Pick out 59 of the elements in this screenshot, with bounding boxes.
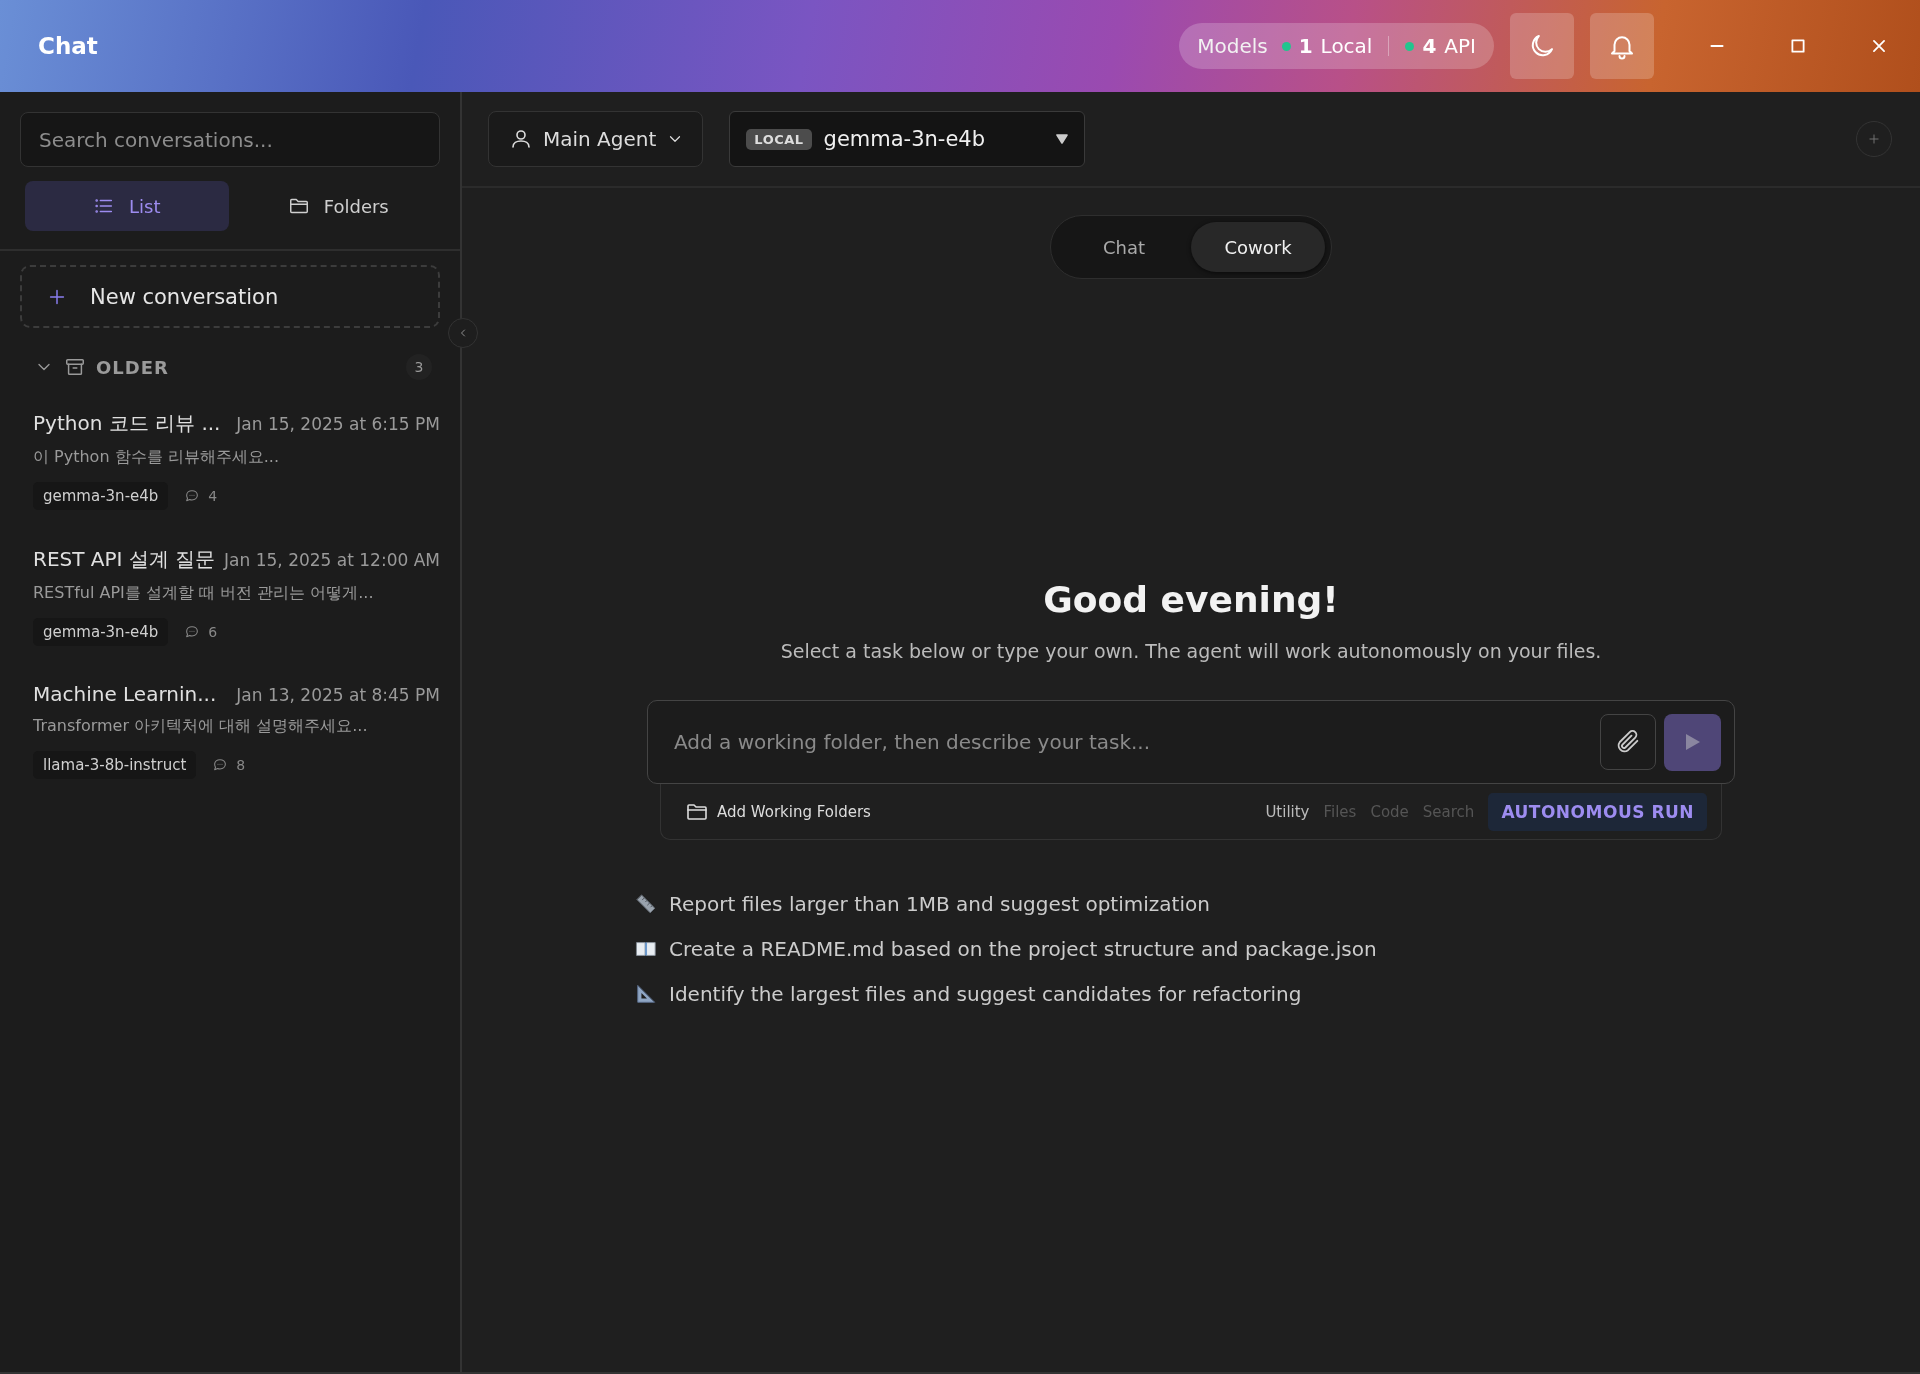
plus-icon bbox=[1867, 132, 1881, 146]
autonomous-run-button[interactable]: AUTONOMOUS RUN bbox=[1488, 792, 1707, 831]
new-conversation-button[interactable]: New conversation bbox=[20, 265, 440, 328]
message-count: 6 bbox=[208, 624, 218, 640]
mode-tab[interactable]: Chat bbox=[1057, 222, 1191, 272]
suggestion-item[interactable]: Create a README.md based on the project structure and package.json bbox=[635, 937, 1377, 961]
caret-icon bbox=[1056, 134, 1069, 144]
group-count: 3 bbox=[406, 354, 432, 380]
theme-button[interactable] bbox=[1510, 13, 1574, 79]
subtitle-text: Select a task below or type your own. The agent will work autonomously on your files. bbox=[780, 640, 1602, 662]
suggestion-item[interactable]: Identify the largest files and suggest candidates for refactoring bbox=[635, 982, 1377, 1006]
task-input[interactable]: Add a working folder, then describe your task... bbox=[672, 729, 1592, 755]
capability-toggle[interactable]: Utility bbox=[1265, 802, 1310, 821]
conversation-date: Jan 15, 2025 at 12:00 AM bbox=[224, 550, 440, 570]
view-tab[interactable]: Folders bbox=[236, 181, 440, 231]
conversation-title: Machine Learnin... bbox=[33, 682, 217, 706]
maximize-icon[interactable] bbox=[1789, 37, 1807, 55]
conversation-item[interactable]: Machine Learnin... Jan 13, 2025 at 8:45 PM Transformer 아키텍처에 대해 설명해주세요... llama-3-8b-instruct 8 bbox=[0, 682, 460, 779]
model-group-label: API bbox=[1444, 34, 1476, 58]
models-label: Models bbox=[1197, 34, 1268, 58]
conversation-item[interactable]: REST API 설계 질문 Jan 15, 2025 at 12:00 AM RESTful API를 설계할 때 버전 관리는 어떻게... gemma-3n-e4b 6 bbox=[0, 546, 460, 646]
model-tag: gemma-3n-e4b bbox=[33, 482, 169, 510]
conversation-title: REST API 설계 질문 bbox=[33, 546, 216, 573]
search-field[interactable]: Search conversations... bbox=[20, 112, 440, 167]
conversation-title: Python 코드 리뷰 ... bbox=[33, 410, 221, 437]
model-count: 4 bbox=[1422, 34, 1437, 58]
model-tag: llama-3-8b-instruct bbox=[33, 751, 197, 779]
model-name: gemma-3n-e4b bbox=[823, 127, 987, 151]
model-selector[interactable]: LOCAL gemma-3n-e4b bbox=[729, 111, 1086, 167]
message-count: 4 bbox=[208, 488, 218, 504]
view-tab[interactable]: List bbox=[25, 181, 229, 231]
close-icon[interactable] bbox=[1870, 37, 1888, 55]
group-label: OLDER bbox=[96, 356, 170, 378]
greeting-heading: Good evening! bbox=[1043, 579, 1339, 620]
conversation-date: Jan 15, 2025 at 6:15 PM bbox=[236, 414, 440, 434]
play-icon bbox=[1683, 732, 1702, 752]
message-count: 8 bbox=[236, 757, 246, 773]
conversation-preview: RESTful API를 설계할 때 버전 관리는 어떻게... bbox=[33, 583, 375, 604]
suggestion-item[interactable]: Report files larger than 1MB and suggest optimization bbox=[635, 892, 1377, 916]
agent-selector[interactable]: Main Agent bbox=[488, 111, 704, 167]
local-badge: LOCAL bbox=[746, 128, 812, 150]
conversation-preview: 이 Python 함수를 리뷰해주세요... bbox=[33, 447, 280, 468]
chat-bubble-icon bbox=[212, 757, 229, 773]
model-count: 1 bbox=[1298, 34, 1313, 58]
attach-button[interactable] bbox=[1600, 714, 1656, 770]
conversation-item[interactable]: Python 코드 리뷰 ... Jan 15, 2025 at 6:15 PM 이 Python 함수를 리뷰해주세요... gemma-3n-e4b 4 bbox=[0, 410, 460, 510]
task-input-box[interactable]: Add a working folder, then describe your task... bbox=[647, 700, 1735, 784]
archive-icon bbox=[64, 356, 86, 378]
window-title: Chat bbox=[38, 33, 98, 59]
person-icon bbox=[509, 127, 533, 151]
chat-bubble-icon bbox=[184, 488, 201, 504]
add-folders-button[interactable]: Add Working Folders bbox=[685, 799, 871, 824]
conversation-preview: Transformer 아키텍처에 대해 설명해주세요... bbox=[33, 716, 369, 737]
mode-tab[interactable]: Cowork bbox=[1191, 222, 1325, 272]
chat-bubble-icon bbox=[184, 624, 201, 640]
model-tag: gemma-3n-e4b bbox=[33, 618, 169, 646]
conversation-date: Jan 13, 2025 at 8:45 PM bbox=[236, 685, 440, 705]
notifications-button[interactable] bbox=[1590, 13, 1654, 79]
model-group-label: Local bbox=[1320, 34, 1373, 58]
